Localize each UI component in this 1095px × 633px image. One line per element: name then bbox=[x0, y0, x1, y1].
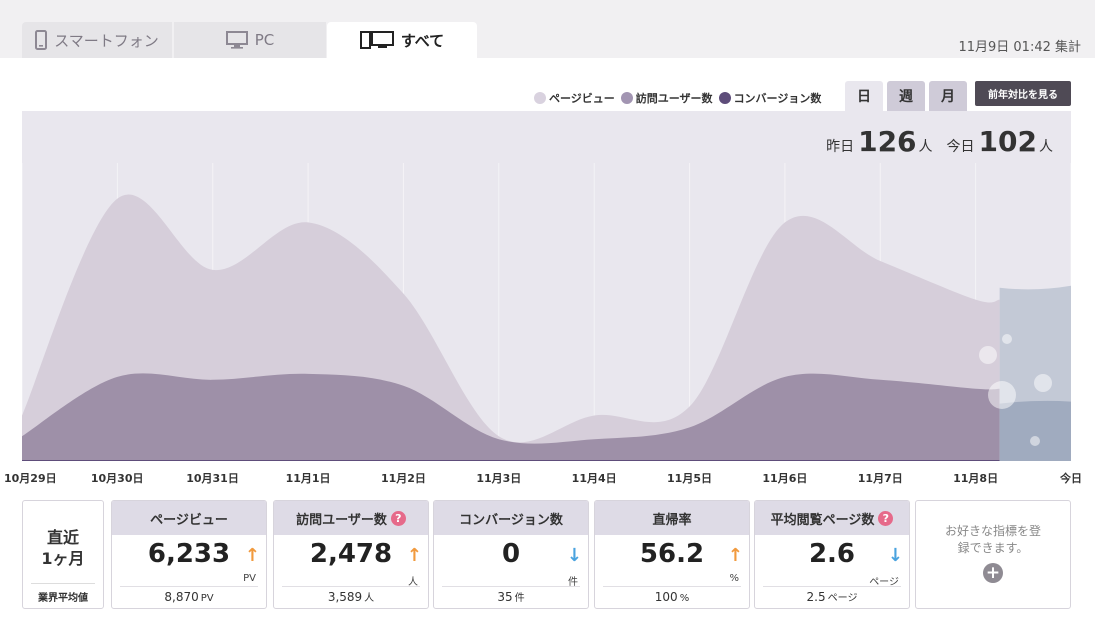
metric-benchmark: 2.5 ページ bbox=[806, 590, 858, 604]
x-tick-label: 11月8日 bbox=[953, 472, 999, 485]
today-unit: 人 bbox=[1039, 139, 1053, 155]
x-axis: 10月29日 10月30日 10月31日 11月1日 11月2日 11月3日 11月4日 11… bbox=[0, 470, 1095, 485]
period-line2: 1ヶ月 bbox=[41, 549, 85, 568]
metric-value: 56.2 bbox=[639, 539, 705, 569]
tab-pc[interactable]: PC bbox=[174, 22, 326, 58]
today-value: 102 bbox=[978, 125, 1037, 158]
area-chart: 昨日 126 人 今日 102 人 bbox=[22, 111, 1071, 461]
monitor-icon bbox=[225, 31, 248, 49]
daily-summary: 昨日 126 人 今日 102 人 bbox=[826, 125, 1053, 158]
legend-item-conversions: コンバージョン数 bbox=[718, 90, 822, 106]
period-line1: 直近 bbox=[46, 528, 79, 547]
metric-unit: % bbox=[729, 573, 739, 584]
x-tick-label: 今日 bbox=[1060, 472, 1082, 485]
bubble bbox=[988, 381, 1016, 409]
trend-down-icon: ↓ bbox=[887, 545, 903, 566]
metric-benchmark: 3,589 人 bbox=[327, 590, 375, 604]
today-label: 今日 bbox=[946, 139, 975, 155]
bubble bbox=[1034, 374, 1052, 392]
legend-label-pageview: ページビュー bbox=[549, 92, 615, 105]
trend-up-icon: ↑ bbox=[406, 545, 422, 566]
x-tick-label: 11月4日 bbox=[571, 472, 617, 485]
device-tab-bar: スマートフォン PC すべて 11月9日 01:42 集計 bbox=[0, 0, 1095, 58]
x-tick-label: 11月3日 bbox=[476, 472, 522, 485]
trend-up-icon: ↑ bbox=[727, 545, 743, 566]
smartphone-icon bbox=[35, 30, 48, 50]
bubble bbox=[1002, 334, 1012, 344]
x-tick-label: 10月30日 bbox=[90, 472, 144, 485]
chart-legend: ページビュー 訪問ユーザー数 コンバージョン数 bbox=[534, 90, 827, 106]
tab-all[interactable]: すべて bbox=[327, 22, 477, 58]
metric-card-bounce-rate[interactable]: 直帰率 56.2 ↑ % 100% bbox=[594, 500, 750, 609]
plus-circle-icon[interactable]: + bbox=[983, 563, 1003, 583]
metric-title: ページビュー bbox=[150, 512, 228, 528]
x-tick-label: 11月6日 bbox=[762, 472, 808, 485]
today-visitors-area bbox=[999, 400, 1071, 461]
yesterday-unit: 人 bbox=[918, 139, 933, 155]
benchmark-label: 業界平均値 bbox=[31, 583, 95, 604]
phone-and-monitor-icon bbox=[359, 30, 394, 50]
x-tick-label: 10月29日 bbox=[4, 472, 57, 485]
metric-value: 6,233 bbox=[147, 539, 231, 569]
year-over-year-button[interactable]: 前年対比を見る bbox=[975, 81, 1071, 106]
period-week-button[interactable]: 週 bbox=[887, 81, 925, 111]
tab-smartphone-label: スマートフォン bbox=[54, 31, 159, 50]
tab-pc-label: PC bbox=[254, 31, 275, 49]
period-day-button[interactable]: 日 bbox=[845, 81, 883, 111]
legend-dot-visitors bbox=[620, 92, 633, 104]
metric-value: 2,478 bbox=[309, 539, 393, 569]
metric-benchmark: 8,870 PV bbox=[164, 590, 214, 604]
metric-title: 平均閲覧ページ数 bbox=[770, 512, 875, 528]
x-tick-label: 11月5日 bbox=[667, 472, 712, 485]
yesterday-value: 126 bbox=[858, 125, 917, 158]
metric-benchmark: 35 件 bbox=[497, 590, 525, 604]
add-metric-card[interactable]: お好きな指標を登録できます。 + bbox=[915, 500, 1071, 609]
legend-item-visitors: 訪問ユーザー数 bbox=[620, 90, 713, 106]
bubble bbox=[1030, 436, 1040, 446]
legend-item-pageview: ページビュー bbox=[534, 90, 615, 106]
x-tick-label: 11月1日 bbox=[285, 472, 331, 485]
metric-value: 0 bbox=[501, 539, 521, 569]
aggregation-timestamp: 11月9日 01:42 集計 bbox=[958, 40, 1081, 55]
bubble bbox=[979, 346, 997, 364]
series-area-1 bbox=[22, 373, 1000, 461]
add-metric-text: お好きな指標を登録できます。 bbox=[944, 524, 1041, 555]
yesterday-label: 昨日 bbox=[826, 139, 855, 155]
legend-dot-pageview bbox=[534, 92, 546, 104]
metric-value: 2.6 bbox=[808, 539, 856, 569]
metric-title: 直帰率 bbox=[652, 512, 692, 528]
x-tick-label: 11月2日 bbox=[380, 472, 426, 485]
legend-label-conversions: コンバージョン数 bbox=[733, 92, 822, 105]
metric-title: コンバージョン数 bbox=[459, 512, 563, 528]
metric-benchmark: 100% bbox=[654, 590, 690, 604]
series-area-2 bbox=[22, 460, 1000, 461]
x-tick-label: 11月7日 bbox=[857, 472, 903, 485]
trend-down-icon: ↓ bbox=[566, 545, 582, 566]
period-card: 直近 1ヶ月 業界平均値 bbox=[22, 500, 104, 609]
legend-dot-conversions bbox=[718, 92, 731, 104]
tab-smartphone[interactable]: スマートフォン bbox=[22, 22, 172, 58]
metric-unit: PV bbox=[243, 573, 256, 584]
area-chart-svg bbox=[22, 163, 1071, 461]
metric-card-pageview[interactable]: ページビュー 6,233 ↑ PV 8,870 PV bbox=[111, 500, 267, 609]
metric-title: 訪問ユーザー数 bbox=[296, 512, 387, 528]
trend-up-icon: ↑ bbox=[244, 545, 260, 566]
period-month-button[interactable]: 月 bbox=[929, 81, 967, 111]
metric-card-conversions[interactable]: コンバージョン数 0 ↓ 件 35 件 bbox=[433, 500, 589, 609]
legend-label-visitors: 訪問ユーザー数 bbox=[635, 92, 713, 105]
help-icon[interactable]: ? bbox=[390, 510, 406, 526]
x-tick-label: 10月31日 bbox=[186, 472, 239, 485]
help-icon[interactable]: ? bbox=[878, 510, 894, 526]
tab-all-label: すべて bbox=[400, 31, 445, 50]
metric-card-pages-per-visit[interactable]: 平均閲覧ページ数? 2.6 ↓ ページ 2.5 ページ bbox=[754, 500, 910, 609]
metric-card-visitors[interactable]: 訪問ユーザー数? 2,478 ↑ 人 3,589 人 bbox=[273, 500, 429, 609]
